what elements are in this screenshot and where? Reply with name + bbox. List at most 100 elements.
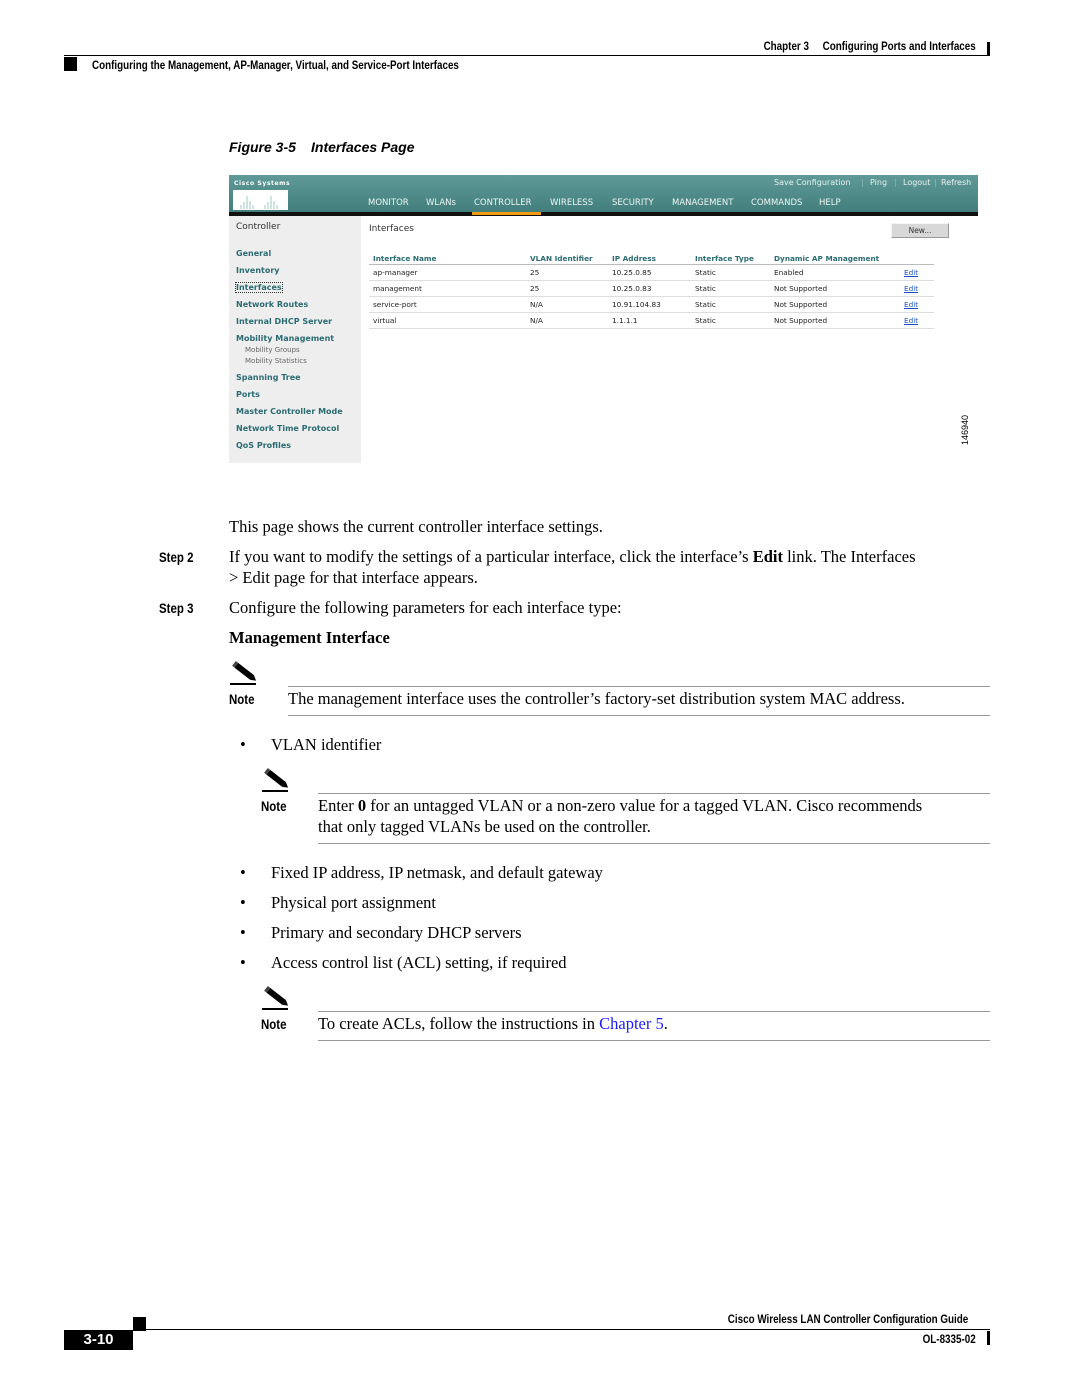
- sidebar-item-spanning-tree[interactable]: Spanning Tree: [236, 373, 301, 382]
- col-vlan-identifier: VLAN Identifier: [526, 252, 608, 265]
- note-pencil-icon: [262, 985, 292, 1011]
- note-label: Note: [229, 691, 255, 707]
- interfaces-table: Interface Name VLAN Identifier IP Addres…: [369, 252, 934, 329]
- step-2-text-a: If you want to modify the settings of a …: [229, 547, 753, 566]
- cell-interface-name: ap-manager: [369, 264, 526, 281]
- ping-link[interactable]: Ping: [870, 178, 887, 187]
- cell-ip: 10.25.0.85: [608, 264, 691, 281]
- cell-type: Static: [691, 296, 770, 313]
- note-label: Note: [261, 798, 287, 814]
- sidebar-subitem-mobility-groups[interactable]: Mobility Groups: [245, 346, 300, 354]
- new-interface-button[interactable]: New...: [891, 223, 949, 238]
- cell-dynamic-ap: Not Supported: [770, 280, 900, 297]
- cell-dynamic-ap: Not Supported: [770, 312, 900, 329]
- tab-wlans[interactable]: WLANs: [426, 198, 456, 208]
- cell-vlan: 25: [526, 280, 608, 297]
- sidebar-item-inventory[interactable]: Inventory: [236, 266, 280, 275]
- table-row: ap-manager 25 10.25.0.85 Static Enabled …: [369, 264, 934, 281]
- logout-link[interactable]: Logout: [903, 178, 930, 187]
- sidebar-item-internal-dhcp-server[interactable]: Internal DHCP Server: [236, 317, 332, 326]
- step-2-text-b: link. The Interfaces: [782, 547, 916, 566]
- bullet-text: VLAN identifier: [271, 735, 382, 754]
- edit-link[interactable]: Edit: [900, 280, 934, 297]
- bullet-text: Physical port assignment: [271, 893, 436, 912]
- refresh-link[interactable]: Refresh: [941, 178, 971, 187]
- col-actions: [900, 252, 934, 265]
- note-pencil-icon: [262, 767, 292, 793]
- cell-vlan: N/A: [526, 312, 608, 329]
- figure-id: 146940: [960, 414, 970, 445]
- sidebar: Controller General Inventory Interfaces …: [229, 216, 361, 463]
- edit-link[interactable]: Edit: [900, 312, 934, 329]
- edit-link[interactable]: Edit: [900, 264, 934, 281]
- sidebar-item-general[interactable]: General: [236, 249, 271, 258]
- interfaces-page-screenshot: Cisco Systems Save Configuration | Ping …: [229, 175, 978, 465]
- cell-type: Static: [691, 312, 770, 329]
- chapter-5-link[interactable]: Chapter 5: [599, 1014, 664, 1033]
- top-banner: Cisco Systems Save Configuration | Ping …: [229, 175, 978, 212]
- bullet-item: • Physical port assignment: [240, 893, 436, 913]
- cell-vlan: 25: [526, 264, 608, 281]
- sidebar-item-network-routes[interactable]: Network Routes: [236, 300, 308, 309]
- document-number: OL-8335-02: [922, 1332, 976, 1346]
- sidebar-item-interfaces[interactable]: Interfaces: [235, 282, 283, 293]
- note-2-text-a: Enter: [318, 796, 358, 815]
- tab-commands[interactable]: COMMANDS: [751, 198, 802, 208]
- note-2-text-b: for an untagged VLAN or a non-zero value…: [366, 796, 923, 815]
- running-header-section: Configuring the Management, AP-Manager, …: [92, 58, 459, 72]
- tab-monitor[interactable]: MONITOR: [368, 198, 409, 208]
- bullet-glyph: •: [240, 923, 246, 942]
- edit-link[interactable]: Edit: [900, 296, 934, 313]
- note-label: Note: [261, 1016, 287, 1032]
- active-tab-indicator: [472, 212, 541, 215]
- tab-wireless[interactable]: WIRELESS: [550, 198, 593, 208]
- running-header-chapter: Chapter 3 Configuring Ports and Interfac…: [764, 39, 976, 53]
- cisco-logo: Cisco Systems: [232, 178, 290, 210]
- sidebar-item-ports[interactable]: Ports: [236, 390, 260, 399]
- tab-security[interactable]: SECURITY: [612, 198, 654, 208]
- bullet-glyph: •: [240, 893, 246, 912]
- note-2-text-continued: that only tagged VLANs be used on the co…: [318, 817, 651, 836]
- header-block-mark: [64, 57, 77, 71]
- cell-ip: 10.25.0.83: [608, 280, 691, 297]
- footer-rule: [133, 1329, 990, 1330]
- sidebar-item-qos-profiles[interactable]: QoS Profiles: [236, 441, 291, 450]
- bullet-text: Fixed IP address, IP netmask, and defaul…: [271, 863, 603, 882]
- tab-help[interactable]: HELP: [819, 198, 841, 208]
- step-2-label: Step 2: [159, 549, 194, 565]
- bullet-glyph: •: [240, 863, 246, 882]
- note-bottom-rule: [318, 1040, 990, 1041]
- management-interface-heading: Management Interface: [229, 628, 390, 647]
- cell-dynamic-ap: Not Supported: [770, 296, 900, 313]
- cell-interface-name: management: [369, 280, 526, 297]
- cell-vlan: N/A: [526, 296, 608, 313]
- step-2-text: If you want to modify the settings of a …: [229, 547, 916, 567]
- save-configuration-link[interactable]: Save Configuration: [774, 178, 850, 187]
- note-3-text-a: To create ACLs, follow the instructions …: [318, 1014, 600, 1033]
- separator: |: [861, 178, 864, 187]
- step-3-text: Configure the following parameters for e…: [229, 598, 622, 617]
- separator: |: [894, 178, 897, 187]
- tab-management[interactable]: MANAGEMENT: [672, 198, 733, 208]
- cell-type: Static: [691, 280, 770, 297]
- col-ip-address: IP Address: [608, 252, 691, 265]
- note-top-rule: [318, 793, 990, 794]
- step-2-text-continued: > Edit page for that interface appears.: [229, 568, 478, 587]
- page-number: 3-10: [64, 1330, 133, 1350]
- sidebar-subitem-mobility-statistics[interactable]: Mobility Statistics: [245, 357, 307, 365]
- note-1-text: The management interface uses the contro…: [288, 689, 905, 708]
- sidebar-item-master-controller-mode[interactable]: Master Controller Mode: [236, 407, 343, 416]
- tab-controller[interactable]: CONTROLLER: [474, 198, 532, 208]
- sidebar-item-mobility-management[interactable]: Mobility Management: [236, 334, 334, 343]
- chapter-number: Chapter 3: [763, 39, 810, 53]
- separator: |: [934, 178, 937, 187]
- bullet-glyph: •: [240, 735, 246, 754]
- main-title: Interfaces: [369, 224, 414, 234]
- bullet-text: Primary and secondary DHCP servers: [271, 923, 522, 942]
- bullet-item: • Primary and secondary DHCP servers: [240, 923, 522, 943]
- sidebar-title: Controller: [236, 222, 281, 232]
- table-row: management 25 10.25.0.83 Static Not Supp…: [369, 280, 934, 297]
- note-3-text: To create ACLs, follow the instructions …: [318, 1014, 668, 1034]
- intro-paragraph: This page shows the current controller i…: [229, 517, 603, 536]
- sidebar-item-network-time-protocol[interactable]: Network Time Protocol: [236, 424, 339, 433]
